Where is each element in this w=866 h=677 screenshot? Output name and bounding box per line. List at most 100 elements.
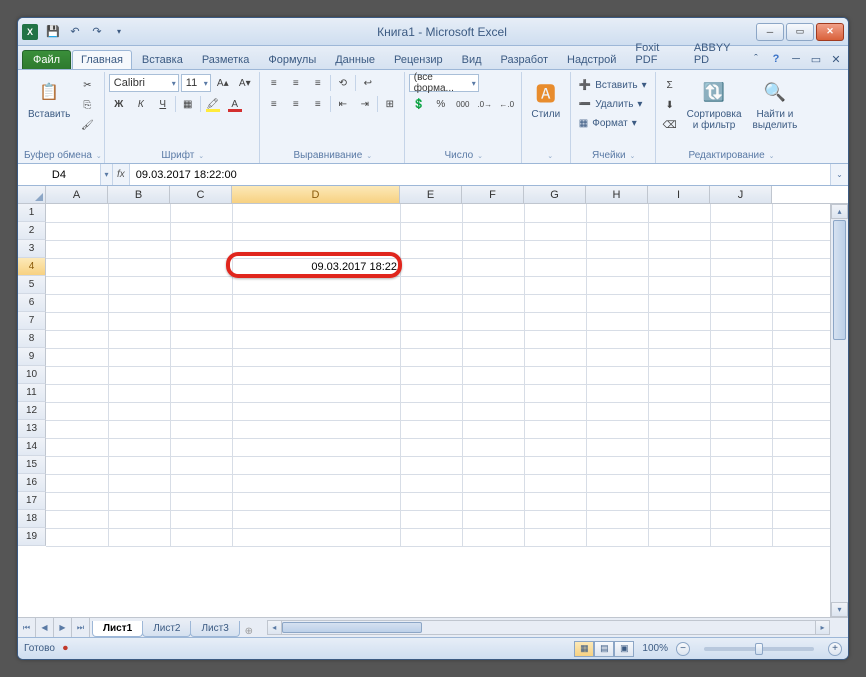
row-header-2[interactable]: 2 — [18, 222, 46, 240]
row-header-5[interactable]: 5 — [18, 276, 46, 294]
fx-icon[interactable]: fx — [117, 169, 125, 180]
doc-minimize-icon[interactable]: ─ — [788, 51, 804, 67]
fill-icon[interactable]: ⬇ — [660, 96, 680, 114]
row-header-11[interactable]: 11 — [18, 384, 46, 402]
align-center-icon[interactable]: ≡ — [286, 95, 306, 113]
tab-developer[interactable]: Разработ — [492, 50, 557, 69]
paste-button[interactable]: 📋 Вставить — [24, 74, 74, 123]
align-left-icon[interactable]: ≡ — [264, 95, 284, 113]
horizontal-scrollbar[interactable]: ◂ ▸ — [267, 618, 848, 637]
wrap-text-icon[interactable]: ↩ — [358, 74, 378, 92]
row-header-16[interactable]: 16 — [18, 474, 46, 492]
align-middle-icon[interactable]: ≡ — [286, 74, 306, 92]
decrease-indent-icon[interactable]: ⇤ — [333, 95, 353, 113]
border-icon[interactable]: ▦ — [178, 95, 198, 113]
decrease-decimal-icon[interactable]: ←.0 — [497, 95, 517, 113]
font-name-combo[interactable]: Calibri — [109, 74, 179, 92]
tab-layout[interactable]: Разметка — [193, 50, 259, 69]
row-header-3[interactable]: 3 — [18, 240, 46, 258]
tab-foxit[interactable]: Foxit PDF — [626, 38, 683, 69]
column-header-J[interactable]: J — [710, 186, 772, 203]
row-header-14[interactable]: 14 — [18, 438, 46, 456]
shrink-font-icon[interactable]: A▾ — [235, 74, 255, 92]
cell-reference-input[interactable] — [18, 169, 100, 181]
help-icon[interactable]: ? — [768, 51, 784, 67]
vertical-scrollbar[interactable]: ▴ ▾ — [830, 204, 848, 617]
save-icon[interactable]: 💾 — [44, 23, 62, 41]
format-painter-icon[interactable]: 🖌 — [77, 116, 97, 134]
cell-D4[interactable]: 09.03.2017 18:22 — [232, 258, 400, 276]
column-header-D[interactable]: D — [232, 186, 400, 203]
scroll-up-icon[interactable]: ▴ — [831, 204, 848, 219]
zoom-level[interactable]: 100% — [642, 643, 668, 654]
select-all-corner[interactable] — [18, 186, 46, 203]
view-page-layout-icon[interactable]: ▤ — [594, 641, 614, 657]
column-header-A[interactable]: A — [46, 186, 108, 203]
sort-filter-button[interactable]: 🔃 Сортировка и фильтр — [683, 74, 746, 134]
insert-cells-button[interactable]: ➕Вставить ▾ — [575, 76, 651, 94]
name-box-dropdown-icon[interactable]: ▾ — [100, 164, 112, 185]
tab-data[interactable]: Данные — [326, 50, 384, 69]
column-header-E[interactable]: E — [400, 186, 462, 203]
autosum-icon[interactable]: Σ — [660, 76, 680, 94]
sheet-tab-3[interactable]: Лист3 — [190, 621, 239, 637]
align-right-icon[interactable]: ≡ — [308, 95, 328, 113]
tab-view[interactable]: Вид — [453, 50, 491, 69]
undo-icon[interactable]: ↶ — [66, 23, 84, 41]
column-header-F[interactable]: F — [462, 186, 524, 203]
scroll-right-icon[interactable]: ▸ — [815, 620, 830, 635]
formula-input[interactable] — [130, 164, 830, 185]
scroll-down-icon[interactable]: ▾ — [831, 602, 848, 617]
merge-icon[interactable]: ⊞ — [380, 95, 400, 113]
percent-icon[interactable]: % — [431, 95, 451, 113]
vscroll-thumb[interactable] — [833, 220, 846, 340]
row-header-8[interactable]: 8 — [18, 330, 46, 348]
scroll-left-icon[interactable]: ◂ — [267, 620, 282, 635]
font-color-icon[interactable]: A — [225, 95, 245, 113]
new-sheet-icon[interactable]: ⊕ — [239, 626, 259, 637]
tab-formulas[interactable]: Формулы — [259, 50, 325, 69]
tab-abbyy[interactable]: ABBYY PD — [685, 38, 747, 69]
tab-insert[interactable]: Вставка — [133, 50, 192, 69]
increase-decimal-icon[interactable]: .0→ — [475, 95, 495, 113]
doc-restore-icon[interactable]: ▭ — [808, 51, 824, 67]
row-header-6[interactable]: 6 — [18, 294, 46, 312]
align-bottom-icon[interactable]: ≡ — [308, 74, 328, 92]
qat-customize-icon[interactable]: ▾ — [110, 23, 128, 41]
fill-color-icon[interactable]: 🖍 — [203, 95, 223, 113]
zoom-in-button[interactable]: + — [828, 642, 842, 656]
cells-area[interactable]: 09.03.2017 18:22 — [46, 204, 830, 617]
doc-close-icon[interactable]: ✕ — [828, 51, 844, 67]
sheet-tab-1[interactable]: Лист1 — [92, 621, 143, 637]
styles-button[interactable]: 🅰 Стили — [526, 74, 566, 123]
row-header-17[interactable]: 17 — [18, 492, 46, 510]
close-button[interactable]: ✕ — [816, 23, 844, 41]
sheet-nav-next-icon[interactable]: ▶ — [54, 618, 72, 637]
view-page-break-icon[interactable]: ▣ — [614, 641, 634, 657]
align-top-icon[interactable]: ≡ — [264, 74, 284, 92]
row-header-15[interactable]: 15 — [18, 456, 46, 474]
underline-button[interactable]: Ч — [153, 95, 173, 113]
find-select-button[interactable]: 🔍 Найти и выделить — [749, 74, 802, 134]
column-header-G[interactable]: G — [524, 186, 586, 203]
zoom-out-button[interactable]: − — [676, 642, 690, 656]
thousands-icon[interactable]: 000 — [453, 95, 473, 113]
tab-home[interactable]: Главная — [72, 50, 132, 69]
format-cells-button[interactable]: ▦Формат ▾ — [575, 114, 641, 132]
increase-indent-icon[interactable]: ⇥ — [355, 95, 375, 113]
column-header-C[interactable]: C — [170, 186, 232, 203]
row-header-13[interactable]: 13 — [18, 420, 46, 438]
row-header-1[interactable]: 1 — [18, 204, 46, 222]
cut-icon[interactable]: ✂ — [77, 76, 97, 94]
minimize-button[interactable]: ─ — [756, 23, 784, 41]
file-tab[interactable]: Файл — [22, 50, 71, 69]
column-header-H[interactable]: H — [586, 186, 648, 203]
zoom-slider[interactable] — [704, 647, 814, 651]
view-normal-icon[interactable]: ▦ — [574, 641, 594, 657]
sheet-nav-prev-icon[interactable]: ◀ — [36, 618, 54, 637]
copy-icon[interactable]: ⎘ — [77, 96, 97, 114]
sheet-nav-first-icon[interactable]: ⏮ — [18, 618, 36, 637]
currency-icon[interactable]: 💲 — [409, 95, 429, 113]
column-header-I[interactable]: I — [648, 186, 710, 203]
tab-review[interactable]: Рецензир — [385, 50, 452, 69]
